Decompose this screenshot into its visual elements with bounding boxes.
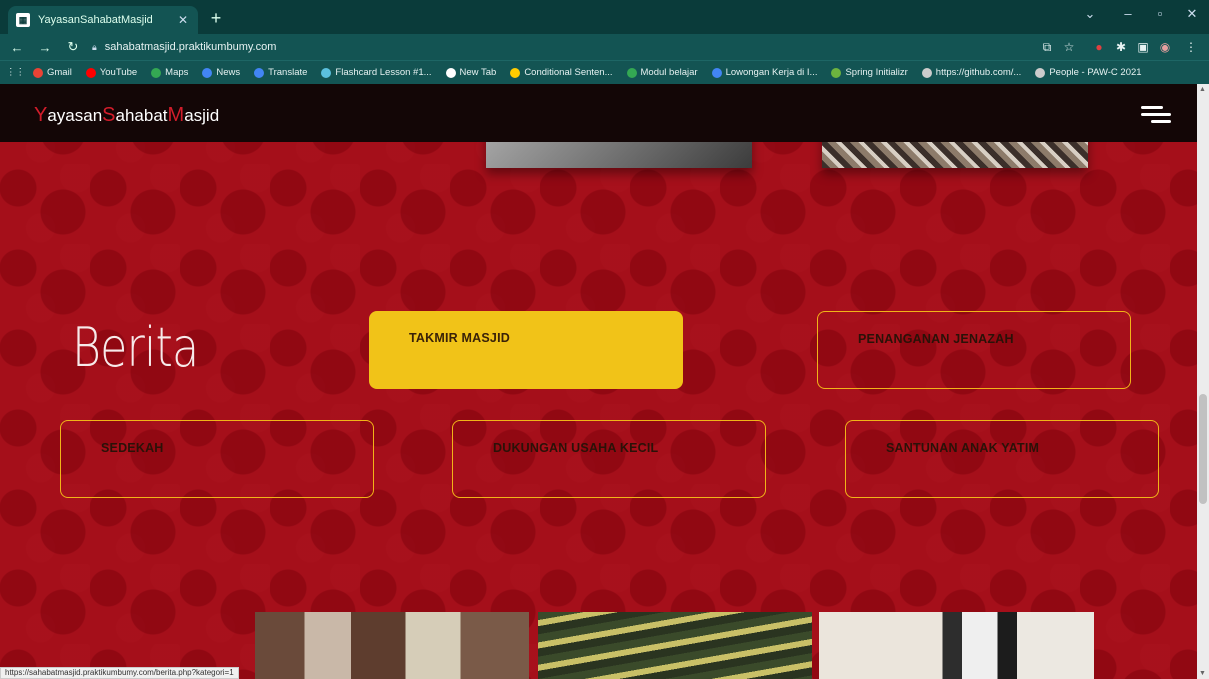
bookmark-icon [711,67,722,78]
news-image[interactable] [538,612,812,679]
page-scrollbar[interactable]: ▲ ▼ [1197,84,1209,679]
new-tab-icon[interactable]: + [206,8,226,28]
bookmark-item[interactable]: Lowongan Kerja di I... [711,67,817,78]
tab-search-icon[interactable]: ⌄ [1078,6,1102,22]
link-status-bar: https://sahabatmasjid.praktikumbumy.com/… [0,667,239,679]
page-title: Berita [72,316,199,379]
brand-text: asjid [184,106,220,125]
news-image[interactable] [819,612,1094,679]
bookmark-icon [85,67,96,78]
site-favicon-icon: ▦ [16,13,30,27]
bookmark-item[interactable]: News [202,67,240,78]
browser-tab-bar: ▦ YayasanSahabatMasjid ✕ + ⌄ – ▫ ✕ [0,0,1209,34]
category-label: PENANGANAN JENAZAH [858,332,1014,346]
minimize-icon[interactable]: – [1116,6,1140,21]
category-label: SEDEKAH [101,441,164,455]
bookmark-item[interactable]: Translate [254,67,307,78]
bookmark-item[interactable]: Maps [151,67,188,78]
brand-letter: Y [34,104,48,126]
bookmarks-apps-icon[interactable]: ⋮⋮ [6,67,25,78]
bookmark-item[interactable]: Spring Initializr [831,67,908,78]
maximize-icon[interactable]: ▫ [1148,6,1172,21]
bookmark-icon [202,67,213,78]
bookmark-icon [626,67,637,78]
brand-letter: S [102,104,116,126]
category-label: TAKMIR MASJID [409,331,510,345]
bookmarks-bar: ⋮⋮ Gmail YouTube Maps News Translate Fla… [0,60,1209,84]
bookmark-icon [1035,67,1046,78]
profile-avatar-icon[interactable]: ◉ [1156,38,1174,56]
bookmark-icon [921,67,932,78]
bookmark-item[interactable]: Gmail [33,67,72,78]
url-text: sahabatmasjid.praktikumbumy.com [104,41,277,53]
browser-tab[interactable]: ▦ YayasanSahabatMasjid ✕ [8,6,198,34]
bookmark-icon [831,67,842,78]
side-panel-icon[interactable]: ▣ [1134,38,1152,56]
bookmark-item[interactable]: Modul belajar [626,67,698,78]
address-bar-row: ← → ↻ 🔒︎ sahabatmasjid.praktikumbumy.com [0,34,1209,60]
category-tab-dukungan-usaha-kecil[interactable]: DUKUNGAN USAHA KECIL [452,420,766,498]
bookmark-item[interactable]: YouTube [85,67,137,78]
bookmark-item[interactable]: People - PAW-C 2021 [1035,67,1142,78]
site-logo[interactable]: Yayasan Sahabat Masjid [34,104,219,127]
scroll-down-icon[interactable]: ▼ [1199,670,1206,677]
reload-icon[interactable]: ↻ [62,39,84,55]
window-close-icon[interactable]: ✕ [1180,6,1204,22]
brand-text: ayasan [47,106,103,125]
tab-close-icon[interactable]: ✕ [176,13,190,27]
category-tab-sedekah[interactable]: SEDEKAH [60,420,374,498]
bookmark-icon [151,67,162,78]
install-app-icon[interactable]: ⧉ [1038,38,1056,56]
category-tab-santunan-anak-yatim[interactable]: SANTUNAN ANAK YATIM [845,420,1159,498]
brand-text: ahabat [115,106,168,125]
site-navbar: Yayasan Sahabat Masjid [0,84,1197,142]
bookmark-icon [445,67,456,78]
scroll-up-icon[interactable]: ▲ [1199,86,1206,93]
bookmark-icon [33,67,43,78]
extension-shield-icon[interactable]: ● [1090,38,1108,56]
category-label: DUKUNGAN USAHA KECIL [493,441,659,455]
bookmark-item[interactable]: https://github.com/... [921,67,1021,78]
url-input[interactable]: 🔒︎ sahabatmasjid.praktikumbumy.com [92,37,1062,57]
back-icon[interactable]: ← [6,40,28,55]
bookmark-icon [321,67,332,78]
category-tab-takmir-masjid[interactable]: TAKMIR MASJID [369,311,683,389]
bookmark-icon [254,67,265,78]
lock-icon[interactable]: 🔒︎ [92,42,97,53]
bookmark-star-icon[interactable]: ☆ [1060,38,1078,56]
bookmark-icon [510,67,521,78]
menu-toggle-icon[interactable] [1141,106,1171,124]
page-viewport: Yayasan Sahabat Masjid Berita TAKMIR MAS… [0,84,1197,679]
category-tab-penanganan-jenazah[interactable]: PENANGANAN JENAZAH [817,311,1131,389]
tab-title: YayasanSahabatMasjid [38,14,153,26]
scrollbar-thumb[interactable] [1199,394,1207,504]
bookmark-item[interactable]: Flashcard Lesson #1... [321,67,432,78]
forward-icon[interactable]: → [34,40,56,55]
brand-letter: M [167,104,185,126]
news-image[interactable] [255,612,529,679]
browser-menu-icon[interactable]: ⋮ [1182,38,1200,56]
extensions-puzzle-icon[interactable]: ✱ [1112,38,1130,56]
category-label: SANTUNAN ANAK YATIM [886,441,1040,455]
bookmark-item[interactable]: New Tab [445,67,496,78]
bookmark-item[interactable]: Conditional Senten... [510,67,613,78]
